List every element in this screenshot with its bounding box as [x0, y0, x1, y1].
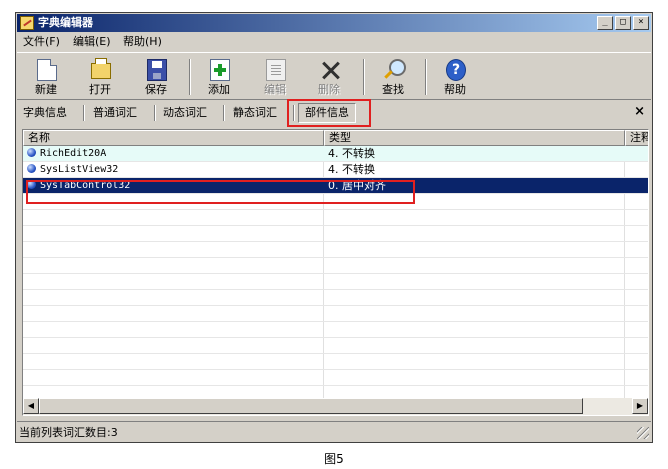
find-label: 查找 — [382, 83, 404, 96]
new-file-icon — [37, 59, 57, 81]
resize-grip-icon[interactable] — [637, 427, 649, 439]
row-name-cell: SysListView32 — [27, 162, 323, 177]
row-name: RichEdit20A — [40, 148, 107, 159]
find-button[interactable]: 查找 — [373, 56, 413, 98]
empty-row — [23, 226, 648, 242]
floppy-disk-icon — [147, 59, 167, 81]
toolbar-separator — [363, 59, 365, 95]
minimize-button[interactable]: _ — [597, 16, 613, 30]
empty-row — [23, 370, 648, 386]
row-name: SysListView32 — [40, 164, 119, 175]
toolbar-separator — [189, 59, 191, 95]
menu-help[interactable]: 帮助(H) — [123, 35, 162, 49]
row-type: 4. 不转换 — [328, 163, 375, 176]
delete-button[interactable]: 删除 — [309, 56, 349, 98]
empty-row — [23, 338, 648, 354]
add-button[interactable]: 添加 — [199, 56, 239, 98]
empty-row — [23, 210, 648, 226]
help-label: 帮助 — [444, 83, 466, 96]
menu-edit[interactable]: 编辑(E) — [73, 35, 111, 49]
help-icon: ? — [446, 59, 466, 81]
menu-file[interactable]: 文件(F) — [23, 35, 60, 49]
row-name: SysTabControl32 — [40, 180, 131, 191]
row-type: 4. 不转换 — [328, 147, 375, 160]
tab-dynamic-words[interactable]: 动态词汇 — [163, 105, 207, 121]
empty-row — [23, 322, 648, 338]
tab-static-words[interactable]: 静态词汇 — [233, 105, 277, 121]
scrollbar-thumb[interactable] — [39, 398, 583, 414]
tab-component-info[interactable]: 部件信息 — [298, 103, 356, 123]
tab-separator — [293, 105, 295, 121]
close-button[interactable]: × — [633, 16, 649, 30]
new-label: 新建 — [35, 83, 57, 96]
horizontal-scrollbar[interactable]: ◀ ▶ — [23, 398, 648, 415]
folder-open-icon — [91, 58, 111, 79]
open-label: 打开 — [89, 83, 111, 96]
tab-common-words[interactable]: 普通词汇 — [93, 105, 137, 121]
delete-label: 删除 — [318, 83, 340, 96]
tab-separator — [83, 105, 85, 121]
row-type: 0. 居中对齐 — [328, 179, 386, 192]
tab-close-icon[interactable]: × — [634, 104, 645, 120]
empty-row — [23, 194, 648, 210]
empty-row — [23, 290, 648, 306]
status-bar: 当前列表词汇数目:3 — [17, 421, 651, 441]
save-button[interactable]: 保存 — [136, 56, 176, 98]
tab-bar: 字典信息 普通词汇 动态词汇 静态词汇 部件信息 × — [17, 101, 651, 127]
component-bullet-icon — [27, 164, 36, 173]
empty-row — [23, 242, 648, 258]
add-document-icon — [210, 59, 230, 81]
row-name-cell: RichEdit20A — [27, 146, 323, 161]
title-bar[interactable]: 字典编辑器 _ □ × — [17, 14, 651, 32]
table-row[interactable]: SysListView32 4. 不转换 — [23, 162, 648, 178]
component-list[interactable]: 名称 类型 注释 RichEdit20A 4. 不转换 SysListView3… — [22, 129, 649, 416]
empty-row — [23, 354, 648, 370]
delete-x-icon — [320, 59, 340, 81]
new-button[interactable]: 新建 — [26, 56, 66, 98]
window-title: 字典编辑器 — [38, 16, 93, 29]
edit-button[interactable]: 编辑 — [255, 56, 295, 98]
empty-row — [23, 274, 648, 290]
table-row[interactable]: RichEdit20A 4. 不转换 — [23, 146, 648, 162]
empty-row — [23, 258, 648, 274]
edit-document-icon — [266, 59, 286, 81]
toolbar: 新建 打开 保存 添加 编辑 删除 查找 ? 帮助 — [17, 52, 651, 100]
component-bullet-icon — [27, 180, 36, 189]
table-row-selected[interactable]: SysTabControl32 0. 居中对齐 — [23, 178, 648, 194]
list-header: 名称 类型 注释 — [23, 130, 648, 146]
column-header-type[interactable]: 类型 — [324, 130, 625, 146]
toolbar-separator — [425, 59, 427, 95]
menu-bar: 文件(F) 编辑(E) 帮助(H) — [17, 33, 651, 51]
add-label: 添加 — [208, 83, 230, 96]
edit-label: 编辑 — [264, 83, 286, 96]
column-header-name[interactable]: 名称 — [23, 130, 324, 146]
app-pencil-icon — [20, 16, 34, 30]
dictionary-editor-window: 字典编辑器 _ □ × 文件(F) 编辑(E) 帮助(H) 新建 打开 保存 添… — [15, 12, 653, 443]
scroll-right-arrow-icon[interactable]: ▶ — [632, 398, 648, 414]
row-name-cell: SysTabControl32 — [27, 178, 323, 193]
tab-dictionary-info[interactable]: 字典信息 — [23, 105, 67, 121]
magnifier-icon — [384, 59, 406, 81]
help-button[interactable]: ? 帮助 — [435, 56, 475, 98]
open-button[interactable]: 打开 — [80, 56, 120, 98]
empty-row — [23, 306, 648, 322]
maximize-button[interactable]: □ — [615, 16, 631, 30]
component-bullet-icon — [27, 148, 36, 157]
column-header-comment[interactable]: 注释 — [625, 130, 648, 146]
scroll-left-arrow-icon[interactable]: ◀ — [23, 398, 39, 414]
status-text: 当前列表词汇数目:3 — [19, 426, 118, 439]
tab-separator — [154, 105, 156, 121]
figure-caption: 图5 — [324, 452, 344, 466]
tab-separator — [223, 105, 225, 121]
save-label: 保存 — [145, 83, 167, 96]
